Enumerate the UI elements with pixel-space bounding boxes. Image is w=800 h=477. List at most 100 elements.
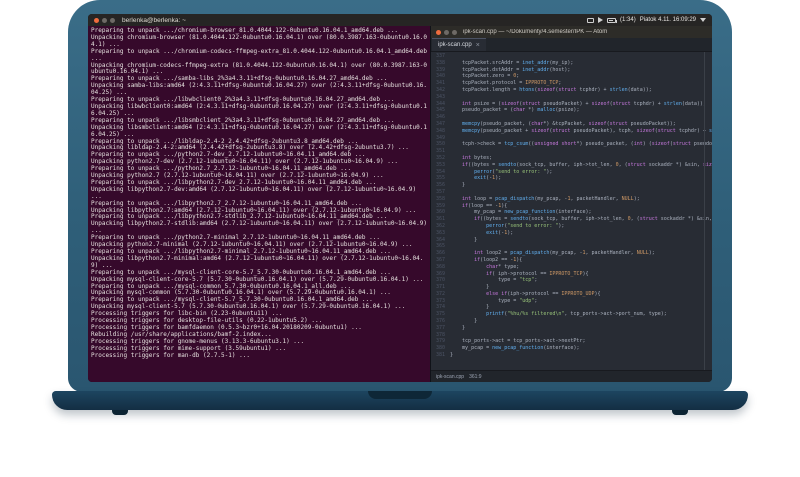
- code-line: my_pcap = new_pcap_function(interface);: [450, 345, 580, 352]
- line-number: 347: [435, 120, 445, 127]
- atom-close-button[interactable]: [436, 29, 441, 35]
- line-number: 350: [435, 141, 445, 148]
- line-number: 348: [435, 127, 445, 134]
- code-line: tcp_ports->act = tcp_ports->act->nextPtr…: [450, 338, 586, 345]
- laptop-screen: berlenka@berlenka: ~ (1:34) Piatok 4.11.…: [88, 14, 712, 382]
- line-number: 342: [435, 86, 445, 93]
- code-line: exit(-1);: [486, 229, 514, 236]
- code-line: my_pcap = new_pcap_function(interface);: [450, 209, 592, 216]
- code-line: type = "udp";: [450, 297, 538, 304]
- tab-ipk-scan[interactable]: ipk-scan.cpp ×: [432, 38, 486, 51]
- line-number: 339: [435, 66, 445, 73]
- page-background: berlenka@berlenka: ~ (1:34) Piatok 4.11.…: [0, 0, 800, 477]
- line-number: 343: [435, 93, 445, 100]
- code-line: int psize = (sizeof(struct pseudoPacket)…: [462, 100, 706, 107]
- line-number: 361: [435, 216, 445, 223]
- code-line: }: [450, 352, 454, 359]
- code-line: if((bytes = sendto(sock_tcp, buffer, iph…: [474, 216, 712, 223]
- line-number: 359: [435, 202, 445, 209]
- code-line: exit(-1);: [474, 175, 502, 182]
- terminal-line: Unpacking chromium-browser (81.0.4044.12…: [91, 33, 427, 48]
- atom-titlebar[interactable]: ipk-scan.cpp — ~/Dokumenty/4.semester/IP…: [431, 26, 712, 38]
- session-menu-icon[interactable]: [700, 18, 706, 22]
- line-number: 371: [435, 284, 445, 291]
- line-number: 351: [435, 148, 445, 155]
- gutter: 337 338 339 340 341 342 343 344 345 346 347 348 349 3…: [431, 52, 448, 370]
- laptop-foot-left: [112, 410, 128, 415]
- terminal-window: Preparing to unpack .../chromium-browser…: [88, 26, 430, 382]
- atom-maximize-button[interactable]: [452, 29, 457, 35]
- line-number: 358: [435, 195, 445, 202]
- line-number: 367: [435, 256, 445, 263]
- line-number: 377: [435, 324, 445, 331]
- line-number: 356: [435, 182, 445, 189]
- code-line: perror("send to error: ");: [474, 168, 553, 175]
- battery-remaining[interactable]: (1:34): [620, 17, 636, 23]
- code-line: int loop = pcap_dispatch(my_pcap, -1, pa…: [462, 195, 640, 202]
- code-line: if(loop2 == -1){: [474, 256, 523, 263]
- line-number: 357: [435, 188, 445, 195]
- panel-indicators: (1:34) Piatok 4.11. 16:09:29: [587, 17, 706, 23]
- window-close-button[interactable]: [94, 17, 99, 23]
- atom-window-title: ipk-scan.cpp — ~/Dokumenty/4.semester/IP…: [463, 29, 608, 35]
- line-number: 349: [435, 134, 445, 141]
- code-line: else if(iph->protocol == IPPROTO_UDP){: [486, 290, 601, 297]
- window-minimize-button[interactable]: [102, 17, 107, 23]
- line-number: 370: [435, 277, 445, 284]
- line-number: 375: [435, 311, 445, 318]
- line-number: 366: [435, 250, 445, 257]
- line-number: 373: [435, 297, 445, 304]
- line-number: 363: [435, 229, 445, 236]
- code-line: tcpPacket.zero = 0;: [450, 73, 520, 80]
- code-line: }: [450, 284, 490, 291]
- code-line: }: [450, 236, 478, 243]
- status-cursor-position[interactable]: 361:9: [469, 374, 482, 380]
- code-lines[interactable]: tcpPacket.srcAddr = inet_addr(my_ip); tc…: [448, 52, 712, 370]
- terminal-line: Unpacking libpython2.7-dev:amd64 (2.7.12…: [91, 185, 420, 200]
- atom-window: ipk-scan.cpp — ~/Dokumenty/4.semester/IP…: [430, 26, 712, 382]
- tab-bar: ipk-scan.cpp ×: [431, 38, 712, 52]
- line-number: 369: [435, 270, 445, 277]
- wrap-guide: [704, 52, 705, 370]
- line-number: 376: [435, 318, 445, 325]
- tab-close-icon[interactable]: ×: [476, 42, 480, 49]
- line-number: 338: [435, 59, 445, 66]
- code-line: }: [450, 324, 466, 331]
- code-line: char* type;: [486, 263, 520, 270]
- status-bar: ipk-scan.cpp 361:9 LFUTF-8C++masterFetch…: [431, 370, 712, 382]
- code-line: int bytes;: [462, 154, 493, 161]
- terminal-line: Unpacking libwbclient0:amd64 (2:4.3.11+d…: [91, 102, 427, 117]
- terminal-line: Preparing to unpack .../chromium-codecs-…: [91, 47, 427, 62]
- code-line: memcpy(pseudo_packet, (char*) &tcpPacket…: [462, 120, 676, 127]
- keyboard-indicator-icon[interactable]: [587, 17, 595, 23]
- terminal-output[interactable]: Preparing to unpack .../chromium-browser…: [88, 26, 430, 382]
- code-line: memcpy(pseudo_packet + sizeof(struct pse…: [462, 127, 712, 134]
- clock[interactable]: Piatok 4.11. 16:09:29: [640, 17, 696, 23]
- volume-icon[interactable]: [598, 17, 604, 23]
- battery-icon[interactable]: [607, 17, 618, 23]
- line-number: 374: [435, 304, 445, 311]
- window-maximize-button[interactable]: [110, 17, 115, 23]
- code-line: int loop2 = pcap_dispatch(my_pcap, -1, p…: [474, 250, 655, 257]
- line-number: 378: [435, 331, 445, 338]
- code-line: tcph->check = tcp_csum((unsigned short*)…: [450, 141, 712, 148]
- line-number: 365: [435, 243, 445, 250]
- line-number: 352: [435, 154, 445, 161]
- terminal-line: Unpacking samba-libs:amd64 (2:4.3.11+dfs…: [91, 82, 427, 97]
- line-number: 344: [435, 100, 445, 107]
- terminal-line: Unpacking libsmbclient:amd64 (2:4.3.11+d…: [91, 123, 427, 138]
- system-panel[interactable]: berlenka@berlenka: ~ (1:34) Piatok 4.11.…: [88, 14, 712, 26]
- focused-window-title: berlenka@berlenka: ~: [122, 16, 186, 24]
- line-number: 379: [435, 338, 445, 345]
- editor[interactable]: 337 338 339 340 341 342 343 344 345 346 347 348 349 3…: [431, 52, 712, 370]
- line-number: 341: [435, 80, 445, 87]
- atom-minimize-button[interactable]: [444, 29, 449, 35]
- line-number: 353: [435, 161, 445, 168]
- status-file[interactable]: ipk-scan.cpp: [436, 374, 464, 380]
- line-number: 354: [435, 168, 445, 175]
- line-number: 380: [435, 345, 445, 352]
